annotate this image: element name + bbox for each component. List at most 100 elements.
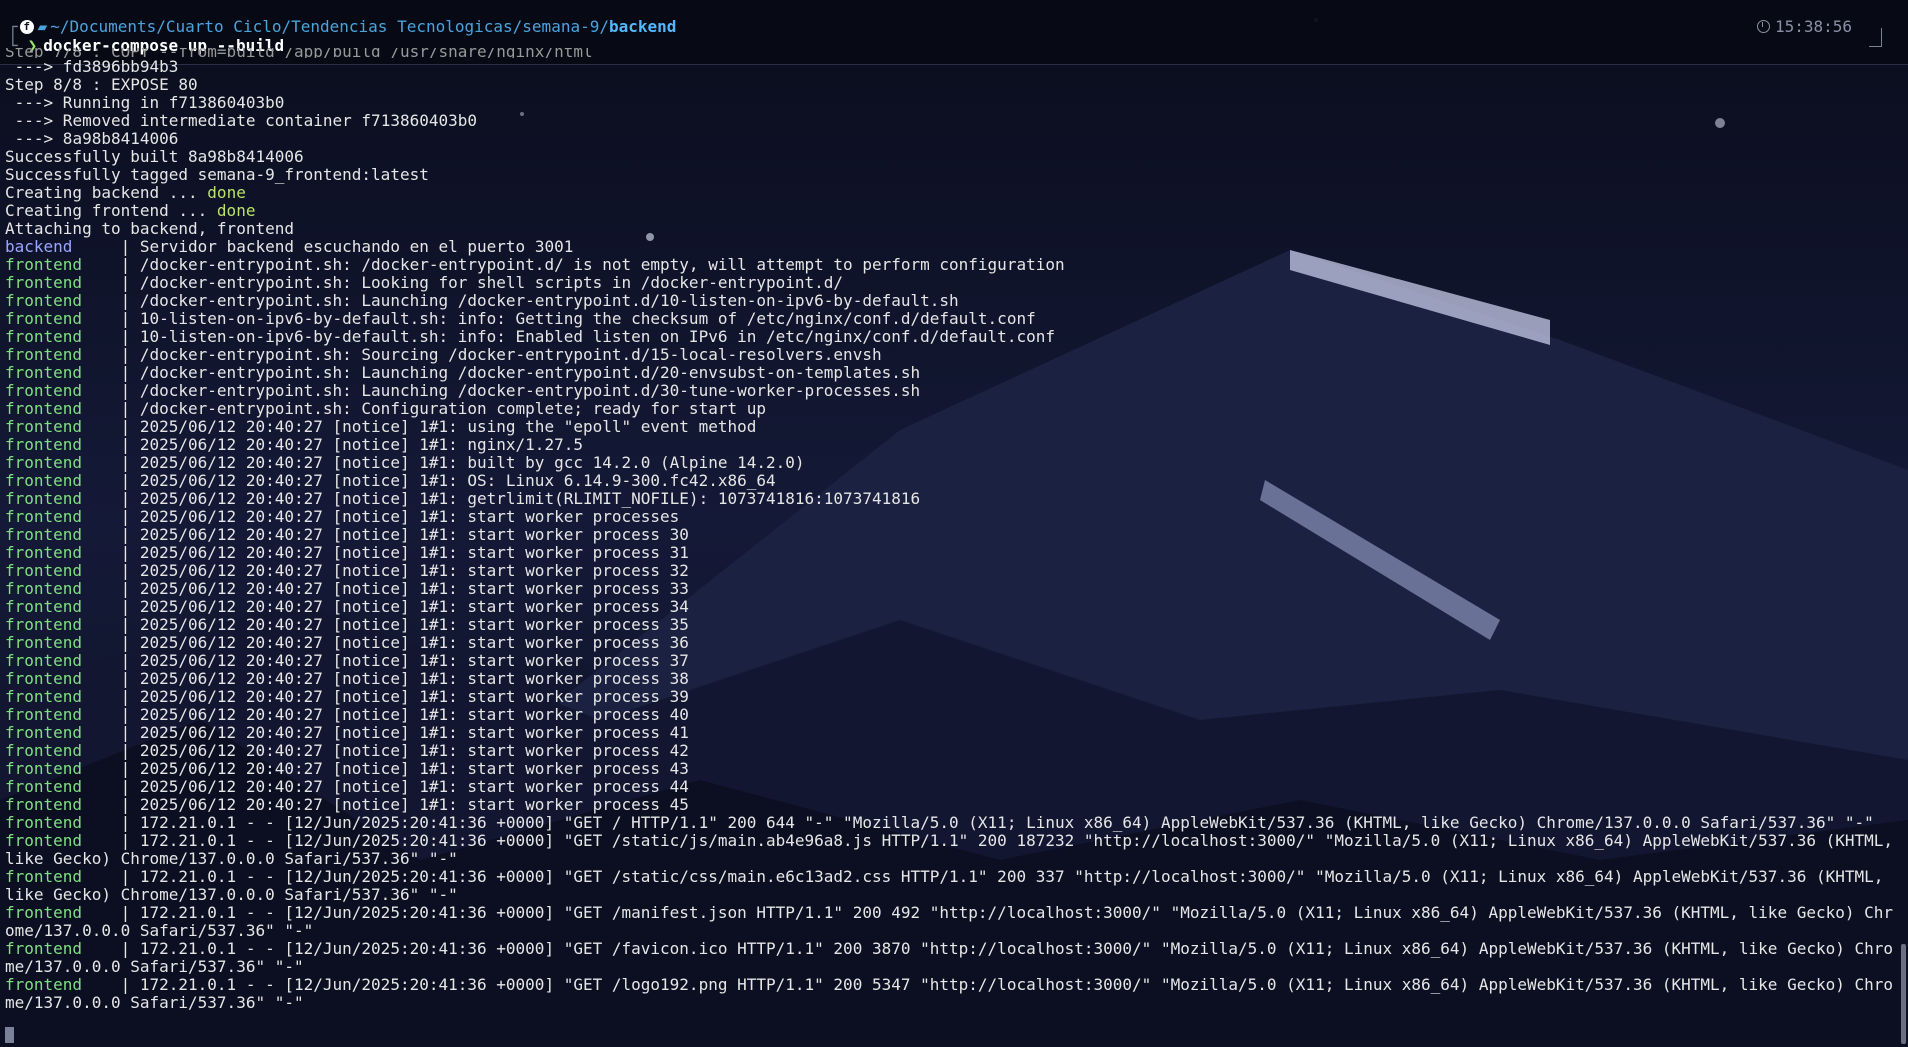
service-label: frontend — [5, 903, 83, 922]
log-message: /docker-entrypoint.sh: Launching /docker… — [139, 291, 959, 310]
service-label: frontend — [5, 759, 83, 778]
log-message: 172.21.0.1 - - [12/Jun/2025:20:41:36 +00… — [5, 903, 1894, 940]
log-separator: | — [82, 309, 140, 328]
service-label: frontend — [5, 597, 83, 616]
terminal-output[interactable]: Step 7/8 : COPY --from=build /app/build … — [5, 48, 1900, 1012]
log-line: frontend | 172.21.0.1 - - [12/Jun/2025:2… — [5, 976, 1900, 1012]
service-label: frontend — [5, 417, 83, 436]
log-separator: | — [82, 903, 140, 922]
log-message: 2025/06/12 20:40:27 [notice] 1#1: start … — [139, 651, 689, 670]
log-line: frontend | 2025/06/12 20:40:27 [notice] … — [5, 760, 1900, 778]
log-line: frontend | /docker-entrypoint.sh: Lookin… — [5, 274, 1900, 292]
log-separator: | — [82, 813, 140, 832]
log-separator: | — [82, 273, 140, 292]
log-message: 2025/06/12 20:40:27 [notice] 1#1: using … — [139, 417, 757, 436]
log-separator: | — [82, 759, 140, 778]
log-line: frontend | 2025/06/12 20:40:27 [notice] … — [5, 688, 1900, 706]
log-line: frontend | 2025/06/12 20:40:27 [notice] … — [5, 778, 1900, 796]
log-message: 2025/06/12 20:40:27 [notice] 1#1: start … — [139, 579, 689, 598]
creating-line: Creating frontend ... done — [5, 201, 256, 220]
service-label: frontend — [5, 345, 83, 364]
log-message: /docker-entrypoint.sh: Launching /docker… — [139, 381, 921, 400]
output-line: Step 7/8 : COPY --from=build /app/build … — [5, 48, 593, 58]
log-line: frontend | /docker-entrypoint.sh: Config… — [5, 400, 1900, 418]
log-separator: | — [82, 471, 140, 490]
log-message: 2025/06/12 20:40:27 [notice] 1#1: start … — [139, 687, 689, 706]
log-line: frontend | 10-listen-on-ipv6-by-default.… — [5, 310, 1900, 328]
log-line: frontend | 2025/06/12 20:40:27 [notice] … — [5, 436, 1900, 454]
service-label: frontend — [5, 561, 83, 580]
terminal-cursor — [5, 1027, 14, 1043]
log-line: frontend | 10-listen-on-ipv6-by-default.… — [5, 328, 1900, 346]
log-line: frontend | 2025/06/12 20:40:27 [notice] … — [5, 562, 1900, 580]
log-separator: | — [82, 615, 140, 634]
service-label: frontend — [5, 399, 83, 418]
log-message: 2025/06/12 20:40:27 [notice] 1#1: start … — [139, 759, 689, 778]
log-line: frontend | 2025/06/12 20:40:27 [notice] … — [5, 706, 1900, 724]
log-separator: | — [82, 867, 140, 886]
log-separator: | — [82, 669, 140, 688]
log-message: 172.21.0.1 - - [12/Jun/2025:20:41:36 +00… — [5, 831, 1903, 868]
log-message: 2025/06/12 20:40:27 [notice] 1#1: start … — [139, 777, 689, 796]
log-line: frontend | 2025/06/12 20:40:27 [notice] … — [5, 472, 1900, 490]
clock: 15:38:56 — [1756, 17, 1852, 36]
log-separator: | — [82, 291, 140, 310]
log-line: frontend | 172.21.0.1 - - [12/Jun/2025:2… — [5, 940, 1900, 976]
log-line: frontend | 2025/06/12 20:40:27 [notice] … — [5, 634, 1900, 652]
log-separator: | — [82, 777, 140, 796]
log-message: 2025/06/12 20:40:27 [notice] 1#1: start … — [139, 705, 689, 724]
output-line: ---> 8a98b8414006 — [5, 129, 179, 148]
service-label: frontend — [5, 381, 83, 400]
log-message: 2025/06/12 20:40:27 [notice] 1#1: start … — [139, 633, 689, 652]
service-label: frontend — [5, 723, 83, 742]
service-label: frontend — [5, 363, 83, 382]
service-label: frontend — [5, 687, 83, 706]
log-line: frontend | /docker-entrypoint.sh: Launch… — [5, 292, 1900, 310]
log-line: frontend | 2025/06/12 20:40:27 [notice] … — [5, 508, 1900, 526]
log-message: 2025/06/12 20:40:27 [notice] 1#1: start … — [139, 723, 689, 742]
log-line: frontend | /docker-entrypoint.sh: Launch… — [5, 364, 1900, 382]
log-separator: | — [82, 597, 140, 616]
log-separator: | — [82, 723, 140, 742]
log-separator: | — [82, 651, 140, 670]
log-message: 2025/06/12 20:40:27 [notice] 1#1: start … — [139, 615, 689, 634]
log-message: 172.21.0.1 - - [12/Jun/2025:20:41:36 +00… — [139, 813, 1874, 832]
log-message: /docker-entrypoint.sh: /docker-entrypoin… — [139, 255, 1065, 274]
log-separator: | — [82, 975, 140, 994]
scrollbar[interactable] — [1901, 944, 1906, 1044]
log-separator: | — [82, 633, 140, 652]
log-line: frontend | /docker-entrypoint.sh: /docke… — [5, 256, 1900, 274]
log-message: 2025/06/12 20:40:27 [notice] 1#1: start … — [139, 507, 680, 526]
terminal-window[interactable]: ┌ f ▰ ~/Documents/Cuarto Ciclo/Tendencia… — [0, 0, 1908, 1047]
service-label: backend — [5, 237, 73, 256]
log-separator: | — [82, 345, 140, 364]
log-separator: | — [82, 831, 140, 850]
log-message: 2025/06/12 20:40:27 [notice] 1#1: OS: Li… — [139, 471, 776, 490]
log-message: /docker-entrypoint.sh: Looking for shell… — [139, 273, 844, 292]
log-separator: | — [82, 453, 140, 472]
log-line: frontend | 2025/06/12 20:40:27 [notice] … — [5, 724, 1900, 742]
log-message: 10-listen-on-ipv6-by-default.sh: info: E… — [139, 327, 1055, 346]
service-label: frontend — [5, 813, 83, 832]
log-separator: | — [82, 327, 140, 346]
log-message: 2025/06/12 20:40:27 [notice] 1#1: start … — [139, 543, 689, 562]
log-line: frontend | 2025/06/12 20:40:27 [notice] … — [5, 526, 1900, 544]
service-label: frontend — [5, 525, 83, 544]
service-label: frontend — [5, 291, 83, 310]
log-line: frontend | 2025/06/12 20:40:27 [notice] … — [5, 670, 1900, 688]
creating-line: Creating backend ... done — [5, 183, 246, 202]
log-message: 2025/06/12 20:40:27 [notice] 1#1: start … — [139, 597, 689, 616]
output-line: ---> Running in f713860403b0 — [5, 93, 285, 112]
service-label: frontend — [5, 471, 83, 490]
service-label: frontend — [5, 579, 83, 598]
log-line: frontend | 172.21.0.1 - - [12/Jun/2025:2… — [5, 868, 1900, 904]
log-message: /docker-entrypoint.sh: Sourcing /docker-… — [139, 345, 882, 364]
clock-icon — [1756, 20, 1770, 33]
service-label: frontend — [5, 795, 83, 814]
log-separator: | — [82, 381, 140, 400]
log-separator: | — [82, 255, 140, 274]
log-line: backend | Servidor backend escuchando en… — [5, 238, 1900, 256]
log-separator: | — [82, 561, 140, 580]
service-label: frontend — [5, 651, 83, 670]
log-separator: | — [82, 579, 140, 598]
